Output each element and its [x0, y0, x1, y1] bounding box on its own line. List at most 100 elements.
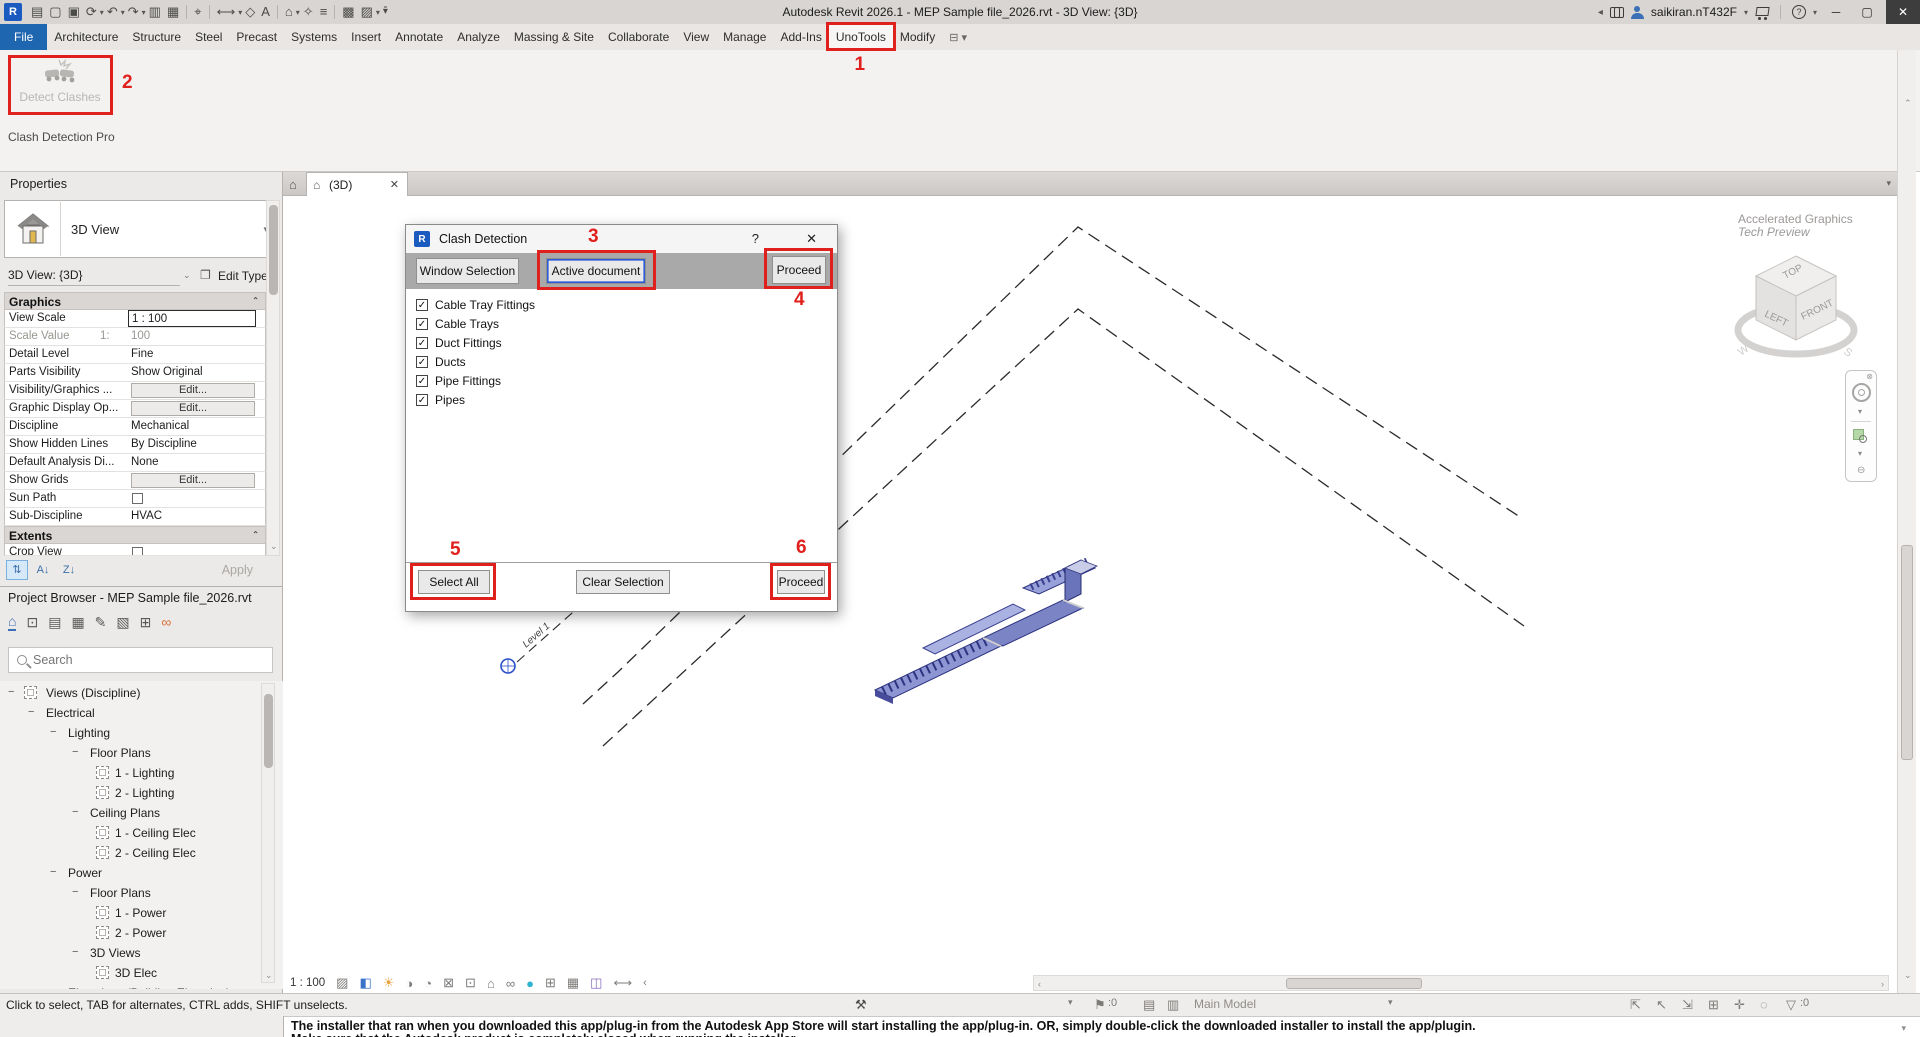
scroll-thumb[interactable] [1901, 545, 1913, 760]
collapse-icon[interactable] [28, 706, 34, 718]
insert-sheet-icon[interactable]: ▦ [167, 0, 179, 24]
view-scale-input[interactable] [128, 310, 256, 327]
browser-schedule-icon[interactable]: ▦ [71, 614, 84, 631]
tab-collaborate[interactable]: Collaborate [601, 24, 676, 50]
collapse-arrow-icon[interactable]: ◂ [1598, 7, 1603, 18]
browser-legends-icon[interactable]: ⊞ [140, 614, 152, 631]
ribbon-display-toggle-icon[interactable]: ⊟ ▾ [942, 24, 974, 50]
tree-item-views-discipline[interactable]: Views (Discipline) [0, 683, 256, 703]
open-icon[interactable]: ▢ [49, 0, 61, 24]
extents-section-header[interactable]: Extents ⌃ [4, 526, 266, 544]
switch-windows-dropdown-icon[interactable]: ▾ [376, 8, 380, 17]
tab-massing-site[interactable]: Massing & Site [507, 24, 601, 50]
collapse-bar-icon[interactable]: ‹ [643, 977, 647, 989]
tab-view[interactable]: View [676, 24, 716, 50]
category-checkbox[interactable] [416, 298, 428, 311]
revit-logo[interactable]: R [4, 3, 22, 21]
show-grids-edit-button[interactable]: Edit... [131, 473, 255, 488]
file-tab-icon[interactable]: ▤ [31, 0, 43, 24]
tab-precast[interactable]: Precast [229, 24, 284, 50]
tree-item-power[interactable]: Power [0, 863, 256, 883]
tab-analyze[interactable]: Analyze [450, 24, 507, 50]
undo-dropdown-icon[interactable]: ▾ [121, 8, 125, 17]
help-icon[interactable]: ? [1791, 5, 1806, 19]
scroll-thumb[interactable] [1286, 978, 1422, 989]
category-checkbox[interactable] [416, 336, 428, 349]
sort-default-icon[interactable]: ⇅ [6, 560, 28, 580]
instance-dropdown-icon[interactable]: ⌄ [183, 270, 191, 281]
scroll-down-icon[interactable]: ⌄ [270, 541, 278, 552]
temporary-hide-icon[interactable]: ● [526, 976, 534, 991]
navigation-bar[interactable]: ⊗ ▾ ▾ ⊖ [1845, 370, 1877, 482]
minimize-button[interactable]: ─ [1824, 5, 1848, 19]
proceed-top-button[interactable]: Proceed [772, 256, 826, 284]
scroll-down-icon[interactable]: ▾ [1901, 1023, 1906, 1034]
tree-item-floor-plans[interactable]: Floor Plans [0, 743, 256, 763]
collapse-icon[interactable] [72, 946, 78, 958]
editable-items-icon[interactable]: ⚑ [1094, 997, 1106, 1013]
thin-lines-icon[interactable]: ≡ [320, 0, 328, 24]
properties-scrollbar[interactable]: ⌄ [266, 200, 280, 556]
tab-modify[interactable]: Modify [893, 24, 942, 50]
collapse-icon[interactable] [50, 726, 56, 738]
worksets-icon[interactable]: ⚒ [855, 997, 867, 1013]
help-dropdown-icon[interactable]: ▾ [1813, 8, 1817, 17]
crop-view-icon[interactable]: ⊠ [443, 975, 454, 991]
detect-clashes-button[interactable]: Detect Clashes [14, 58, 106, 116]
collapse-navbar-icon[interactable]: ⊖ [1857, 465, 1865, 476]
dialog-close-button[interactable]: ✕ [806, 231, 817, 247]
user-dropdown-icon[interactable]: ▾ [1744, 8, 1748, 17]
main-model-select[interactable]: Main Model [1194, 997, 1256, 1011]
collapse-section-icon[interactable]: ⌃ [252, 530, 259, 539]
search-icon[interactable] [1609, 7, 1624, 18]
tree-item-2-power[interactable]: 2 - Power [0, 923, 256, 943]
maximize-button[interactable]: ▢ [1855, 5, 1879, 19]
select-underlay-icon[interactable]: ↖ [1656, 997, 1667, 1013]
show-crop-icon[interactable]: ⊡ [465, 975, 476, 991]
tab-annotate[interactable]: Annotate [388, 24, 450, 50]
tab-architecture[interactable]: Architecture [47, 24, 125, 50]
browser-edit-icon[interactable]: ✎ [95, 614, 107, 631]
drag-on-selection-icon[interactable]: ✛ [1734, 997, 1745, 1013]
visibility-graphics-edit-button[interactable]: Edit... [131, 383, 255, 398]
tab-add-ins[interactable]: Add-Ins [773, 24, 828, 50]
default-analysis-value[interactable]: None [131, 456, 159, 468]
render-icon[interactable]: ◔ [424, 976, 432, 991]
wheel-dropdown-icon[interactable]: ▾ [1858, 407, 1862, 416]
select-links-icon[interactable]: ⇱ [1630, 997, 1641, 1013]
sun-path-checkbox[interactable] [132, 493, 143, 504]
switch-windows-icon[interactable]: ▨ [361, 0, 373, 24]
category-row[interactable]: Pipe Fittings [416, 371, 501, 390]
zoom-dropdown-icon[interactable]: ▾ [1858, 449, 1862, 458]
collapse-icon[interactable] [50, 986, 56, 989]
tree-item-ceiling-plans[interactable]: Ceiling Plans [0, 803, 256, 823]
design-options-list-icon[interactable]: ▤ [1143, 997, 1155, 1013]
home-icon[interactable]: ⌂ [289, 177, 297, 192]
edit-type-button[interactable]: Edit Type [218, 269, 268, 283]
sync-dropdown-icon[interactable]: ▾ [100, 8, 104, 17]
browser-sheets-icon[interactable]: ▧ [116, 614, 129, 631]
tab-unotools[interactable]: UnoTools 1 [825, 22, 896, 75]
select-pinned-icon[interactable]: ⇲ [1682, 997, 1693, 1013]
visual-style-icon[interactable]: ◧ [359, 975, 371, 991]
filter-icon[interactable]: ▽ [1786, 997, 1796, 1013]
close-hidden-windows-icon[interactable]: ▩ [342, 0, 354, 24]
collapse-icon[interactable] [72, 806, 78, 818]
view-cube[interactable]: W S TOP LEFT FRONT [1723, 248, 1873, 368]
view-tab-list-icon[interactable]: ▾ [1886, 178, 1891, 189]
user-avatar[interactable] [1630, 5, 1644, 19]
graphics-section-header[interactable]: Graphics ⌃ [4, 292, 266, 310]
undo-icon[interactable]: ↶ [107, 0, 118, 24]
category-checkbox[interactable] [416, 393, 428, 406]
tree-item-floor-plans-power[interactable]: Floor Plans [0, 883, 256, 903]
apply-button[interactable]: Apply [222, 563, 253, 577]
tag-icon[interactable]: ◇ [245, 0, 255, 24]
section-icon[interactable]: ✧ [303, 0, 314, 24]
category-checkbox[interactable] [416, 317, 428, 330]
browser-list-icon[interactable]: ▤ [48, 614, 61, 631]
tab-insert[interactable]: Insert [344, 24, 388, 50]
collapse-icon[interactable] [72, 746, 78, 758]
category-row[interactable]: Cable Trays [416, 314, 499, 333]
search-box[interactable] [8, 647, 273, 673]
tree-item-elevations[interactable]: Elevations (Building Elevation) [0, 983, 256, 989]
